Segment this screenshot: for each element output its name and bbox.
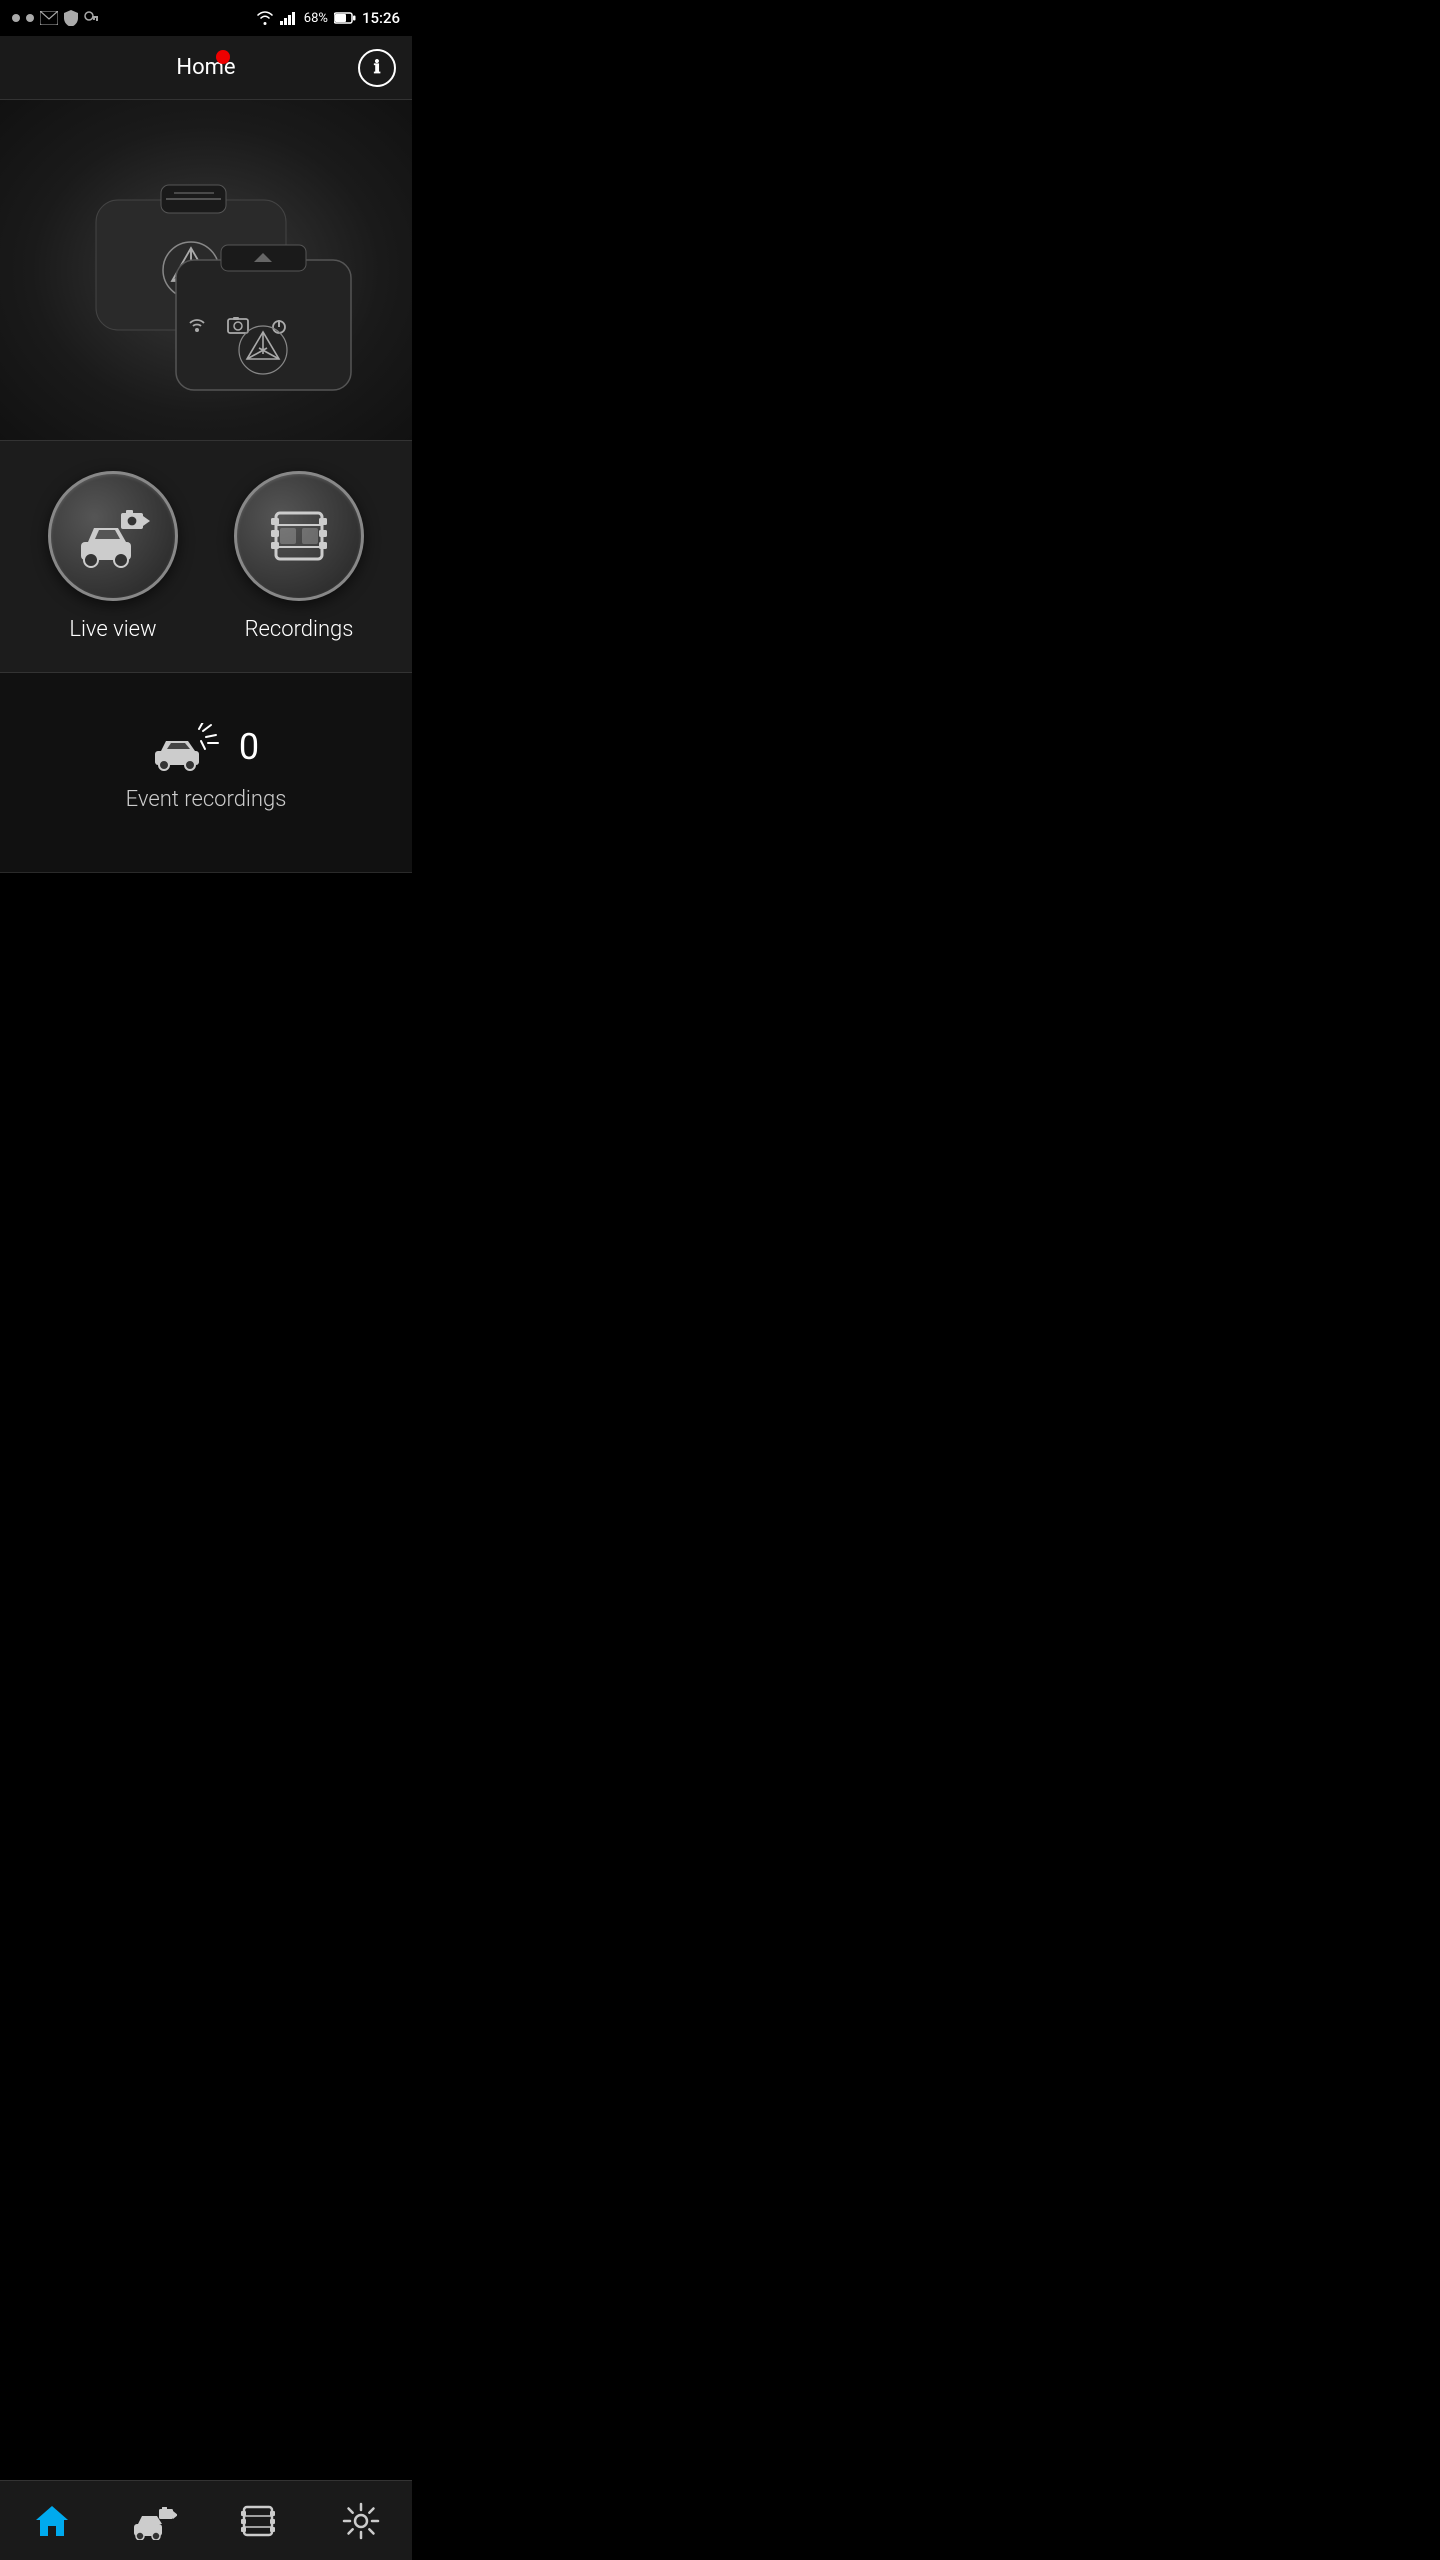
recordings-icon-circle — [234, 471, 364, 601]
recordings-nav-icon — [239, 2502, 277, 2540]
recordings-label: Recordings — [245, 617, 354, 642]
status-right: 68% 15:26 — [256, 9, 400, 27]
battery-icon — [334, 12, 356, 24]
status-left — [12, 10, 98, 26]
live-nav-icon — [133, 2502, 177, 2540]
key-icon — [84, 10, 98, 26]
home-nav-icon — [33, 2502, 71, 2540]
status-bar: 68% 15:26 — [0, 0, 412, 36]
signal-icon — [280, 11, 298, 25]
shield-icon — [64, 10, 78, 26]
battery-percent: 68% — [304, 11, 328, 26]
device-section — [0, 100, 412, 440]
live-view-button[interactable]: Live view — [20, 471, 206, 642]
live-view-label: Live view — [69, 617, 156, 642]
device-illustration — [46, 130, 366, 410]
event-count-value: 0 — [239, 726, 259, 768]
gmail-icon — [40, 11, 58, 25]
recording-indicator — [216, 50, 230, 64]
main-grid: Live view R — [0, 440, 412, 673]
event-section[interactable]: 0 Event recordings — [0, 673, 412, 873]
time-display: 15:26 — [362, 9, 400, 27]
settings-nav-icon — [342, 2502, 380, 2540]
nav-home[interactable] — [0, 2481, 103, 2560]
collision-icon — [153, 723, 223, 771]
bottom-nav — [0, 2480, 412, 2560]
wifi-icon — [256, 11, 274, 25]
nav-live[interactable] — [103, 2481, 206, 2560]
live-view-icon-circle — [48, 471, 178, 601]
event-count-row: 0 — [153, 723, 259, 771]
header: Home ℹ — [0, 36, 412, 100]
nav-recordings[interactable] — [206, 2481, 309, 2560]
film-strip-icon — [264, 501, 334, 571]
live-view-icon — [76, 504, 151, 569]
event-recordings-label: Event recordings — [126, 787, 287, 812]
info-button[interactable]: ℹ — [358, 49, 396, 87]
nav-settings[interactable] — [309, 2481, 412, 2560]
status-dot-1 — [12, 14, 20, 22]
status-dot-2 — [26, 14, 34, 22]
recordings-button[interactable]: Recordings — [206, 471, 392, 642]
